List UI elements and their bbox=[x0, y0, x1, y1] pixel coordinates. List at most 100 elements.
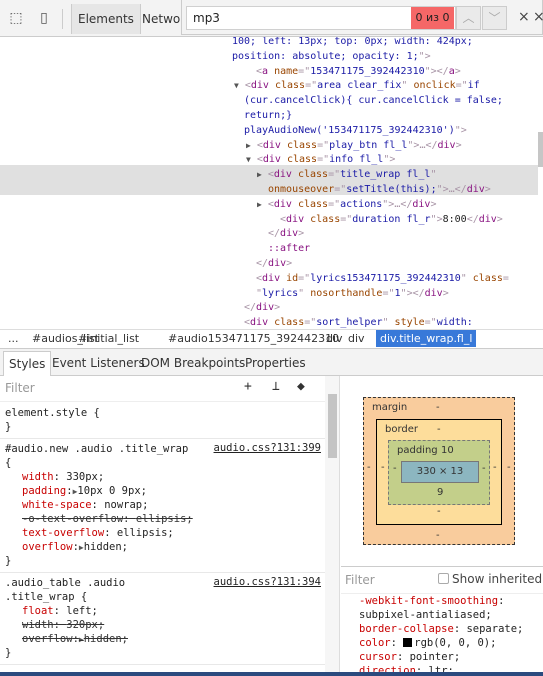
rule-source-link[interactable]: audio.css?131:399 bbox=[214, 442, 321, 454]
tab-styles[interactable]: Styles bbox=[3, 351, 52, 376]
dom-line[interactable]: <div id="lyrics153471175_392442310" clas… bbox=[256, 271, 509, 286]
code-token: duration fl_r bbox=[352, 213, 431, 225]
breadcrumb-item[interactable]: div bbox=[322, 330, 347, 347]
dom-line[interactable]: </div> bbox=[256, 256, 292, 271]
dom-line[interactable]: position: absolute; opacity: 1;"> bbox=[232, 49, 431, 64]
style-property[interactable]: white-space: nowrap; bbox=[0, 498, 325, 512]
previous-match-button[interactable]: ︿ bbox=[456, 6, 481, 30]
dom-line[interactable]: ▶ <div class="play_btn fl_l">…</div> bbox=[246, 138, 462, 153]
property-value[interactable]: hidden; bbox=[84, 633, 128, 645]
code-token: sort_helper bbox=[316, 317, 383, 329]
margin-bottom-value: - bbox=[436, 530, 440, 541]
style-property[interactable]: width: 330px; bbox=[0, 470, 325, 484]
property-name[interactable]: text-overflow bbox=[22, 527, 104, 539]
tab-properties[interactable]: Properties bbox=[240, 351, 311, 376]
property-value[interactable]: ellipsis; bbox=[117, 527, 174, 539]
tab-event-listeners[interactable]: Event Listeners bbox=[47, 351, 150, 376]
dom-line[interactable]: onmouseover="setTitle(this);">…</div> bbox=[268, 182, 491, 197]
dom-line[interactable]: 100; left: 13px; top: 0px; width: 424px; bbox=[232, 37, 473, 49]
dom-line[interactable]: <div class="duration fl_r">8:00</div> bbox=[280, 212, 503, 227]
property-value[interactable]: left; bbox=[66, 605, 98, 617]
toggle-classes-icon[interactable]: ◆ bbox=[297, 379, 305, 394]
dom-line[interactable]: <a name="153471175_392442310"></a> bbox=[256, 64, 461, 79]
style-property[interactable]: -o-text-overflow: ellipsis; bbox=[0, 512, 325, 526]
expand-triangle-icon[interactable]: ▼ bbox=[234, 81, 239, 90]
margin-top-value: - bbox=[436, 402, 440, 413]
dom-line[interactable]: "lyrics" nosorthandle="1"></div> bbox=[256, 286, 449, 301]
style-property[interactable]: float: left; bbox=[0, 604, 325, 618]
property-name[interactable]: width bbox=[22, 471, 54, 483]
box-model-padding: padding 10 9 - - 330 × 13 bbox=[388, 440, 490, 505]
style-property[interactable]: width: 320px; bbox=[0, 618, 325, 632]
expand-triangle-icon[interactable]: ▼ bbox=[246, 155, 251, 164]
computed-token: : bbox=[390, 637, 404, 649]
expand-triangle-icon[interactable]: ▶ bbox=[257, 200, 262, 209]
show-inherited-checkbox[interactable] bbox=[438, 573, 449, 584]
tab-dom-breakpoints[interactable]: DOM Breakpoints bbox=[136, 351, 250, 376]
device-mode-icon[interactable]: ▯ bbox=[36, 10, 52, 26]
dom-line[interactable]: (cur.cancelClick){ cur.cancelClick = fal… bbox=[244, 93, 503, 108]
code-token: 153471175_392442310 bbox=[310, 65, 425, 77]
property-value[interactable]: 320px; bbox=[66, 619, 104, 631]
dom-line[interactable]: ▶ <div class="title_wrap fl_l" bbox=[257, 167, 436, 182]
code-token: </ bbox=[244, 302, 257, 314]
property-value[interactable]: ellipsis; bbox=[136, 513, 193, 525]
rule-selector[interactable]: element.style { bbox=[0, 406, 325, 420]
property-name[interactable]: overflow bbox=[22, 541, 73, 553]
close-search-button[interactable]: × bbox=[518, 9, 530, 25]
computed-property: subpixel-antialiased; bbox=[359, 608, 523, 622]
code-token: class bbox=[291, 169, 329, 181]
dom-line[interactable]: </div> bbox=[268, 226, 304, 241]
style-property[interactable]: text-overflow: ellipsis; bbox=[0, 526, 325, 540]
next-match-button[interactable]: ﹀ bbox=[482, 6, 507, 30]
code-token: div bbox=[412, 198, 431, 210]
computed-filter-input[interactable]: Filter bbox=[345, 573, 375, 587]
close-devtools-button[interactable]: × bbox=[533, 9, 543, 25]
elements-scrollbar[interactable] bbox=[538, 132, 543, 167]
dom-line[interactable]: ▼ <div class="info fl_l"> bbox=[246, 152, 395, 167]
style-property[interactable]: overflow:▶hidden; bbox=[0, 632, 325, 646]
computed-token: : pointer; bbox=[396, 651, 461, 663]
property-value[interactable]: 330px; bbox=[66, 471, 104, 483]
expand-triangle-icon[interactable]: ▶ bbox=[246, 141, 251, 150]
code-token: =" bbox=[298, 272, 311, 284]
scrollbar-thumb[interactable] bbox=[328, 394, 337, 458]
dom-line[interactable]: playAudioNew('153471175_392442310')"> bbox=[244, 123, 467, 138]
property-name[interactable]: -o-text-overflow bbox=[22, 513, 123, 525]
dom-line[interactable]: ::after bbox=[268, 241, 310, 256]
new-style-rule-icon[interactable]: + bbox=[244, 379, 252, 394]
style-rule: #audio.new .audio .title_wrap audio.css?1… bbox=[0, 439, 325, 573]
breadcrumb-item[interactable]: #audio153471175_392442310 bbox=[164, 330, 343, 347]
property-value[interactable]: 10px 0 9px; bbox=[77, 485, 147, 497]
styles-scrollbar[interactable] bbox=[325, 376, 340, 672]
property-name[interactable]: overflow bbox=[22, 633, 73, 645]
color-swatch[interactable] bbox=[403, 638, 413, 647]
expand-triangle-icon[interactable]: ▶ bbox=[257, 170, 262, 179]
dom-line[interactable]: </div> bbox=[244, 300, 280, 315]
breadcrumb-item[interactable]: div bbox=[344, 330, 369, 347]
elements-tree: 100; left: 13px; top: 0px; width: 424px;… bbox=[0, 37, 543, 330]
breadcrumb-item[interactable]: ... bbox=[4, 330, 23, 347]
rule-close-brace: } bbox=[5, 555, 12, 567]
style-property[interactable]: overflow:▶hidden; bbox=[0, 540, 325, 554]
tab-elements[interactable]: Elements bbox=[71, 4, 141, 34]
dom-line[interactable]: ▼ <div class="area clear_fix" onclick="i… bbox=[234, 78, 480, 93]
computed-token: direction bbox=[359, 665, 416, 672]
rule-source-link[interactable]: audio.css?131:394 bbox=[214, 576, 321, 588]
dom-line[interactable]: ▶ <div class="actions">…</div> bbox=[257, 197, 436, 212]
dom-line[interactable]: return;} bbox=[244, 108, 292, 123]
property-value[interactable]: hidden; bbox=[84, 541, 128, 553]
style-rule: element.style {} bbox=[0, 403, 325, 439]
property-name[interactable]: padding bbox=[22, 485, 66, 497]
style-property[interactable]: padding:▶10px 0 9px; bbox=[0, 484, 325, 498]
breadcrumb-item[interactable]: #initial_list bbox=[74, 330, 143, 347]
dom-line[interactable]: <div class="sort_helper" style="width: bbox=[244, 315, 473, 330]
breadcrumb-item[interactable]: div.title_wrap.fl_l bbox=[376, 330, 477, 347]
property-name[interactable]: width bbox=[22, 619, 54, 631]
pin-element-state-icon[interactable]: ⊥ bbox=[272, 379, 280, 394]
property-value[interactable]: nowrap; bbox=[104, 499, 148, 511]
property-name[interactable]: white-space bbox=[22, 499, 92, 511]
computed-property: color: rgb(0, 0, 0); bbox=[359, 636, 523, 650]
property-name[interactable]: float bbox=[22, 605, 54, 617]
inspect-icon[interactable]: ⬚ bbox=[8, 10, 24, 26]
